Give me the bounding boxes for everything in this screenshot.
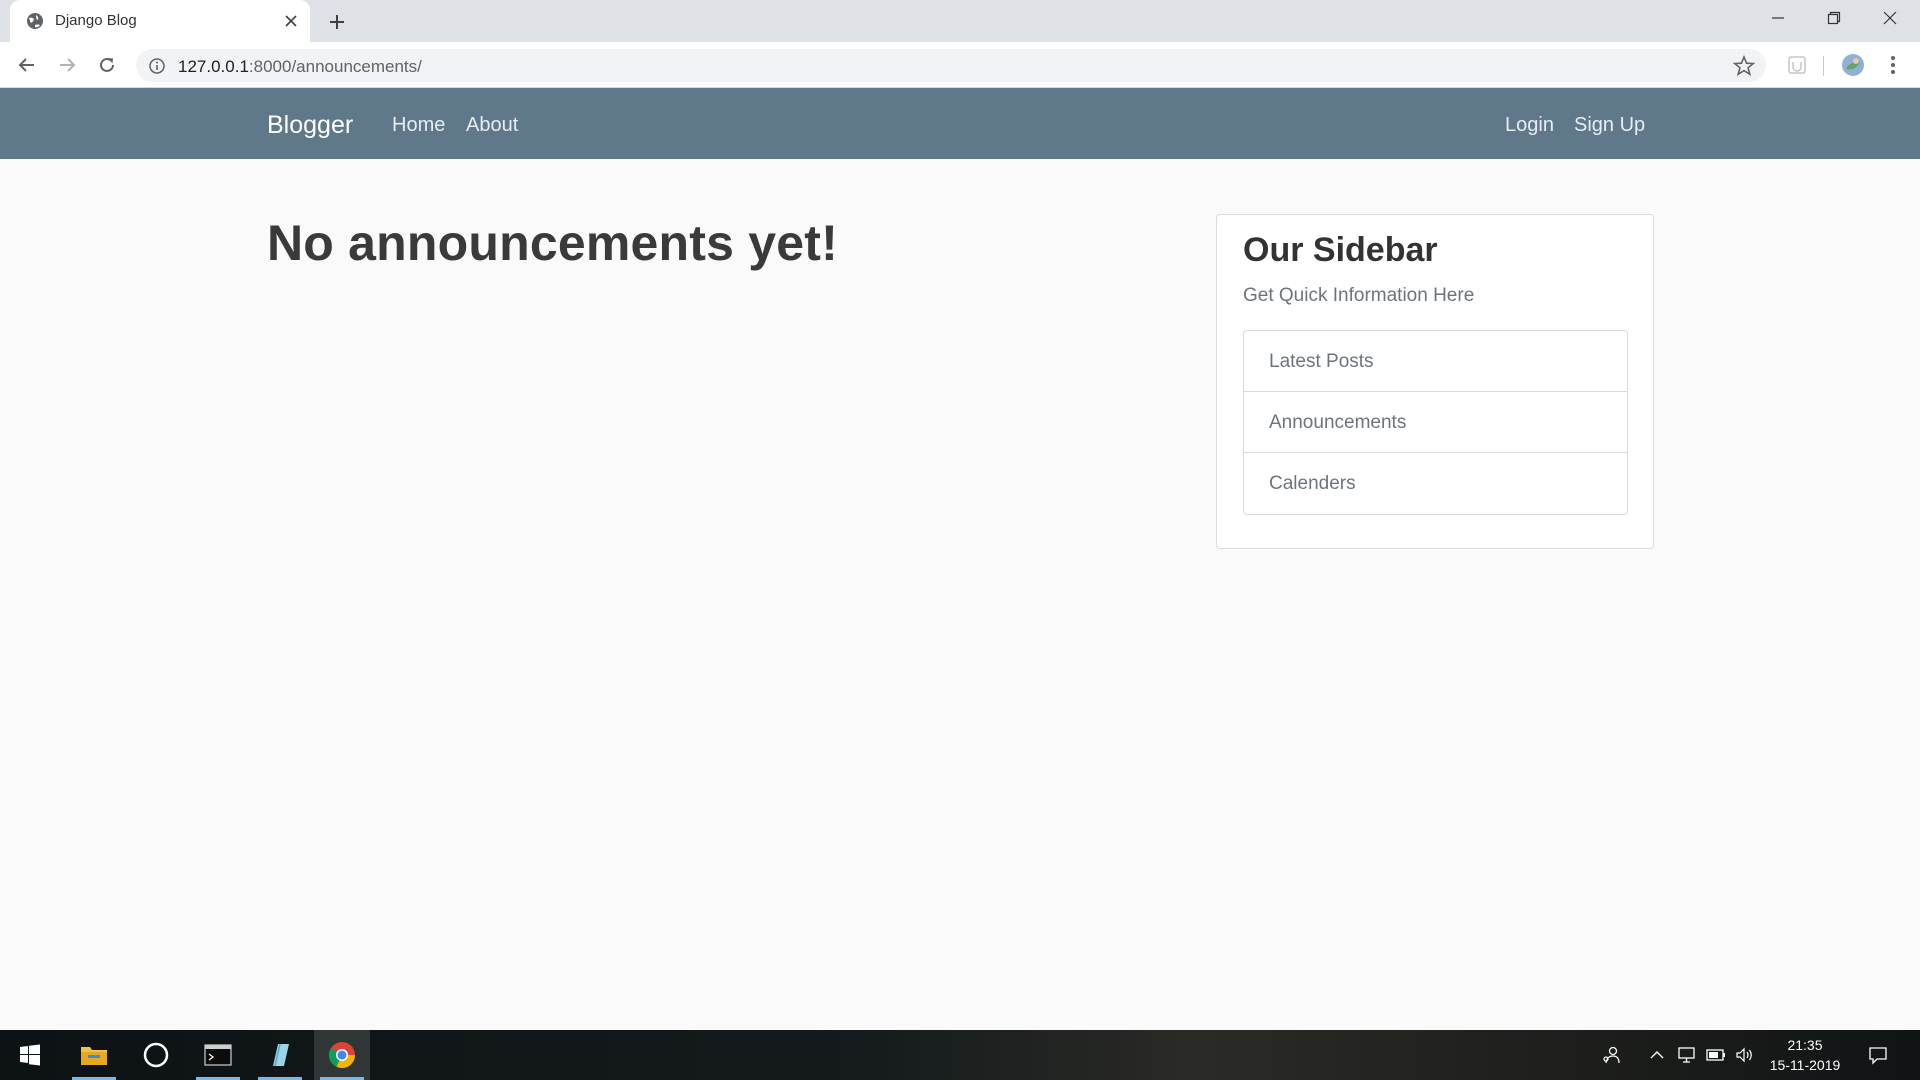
url-text[interactable]: 127.0.0.1:8000/announcements/	[178, 57, 422, 77]
sidebar-subtitle: Get Quick Information Here	[1243, 285, 1475, 306]
browser-tab[interactable]: Django Blog	[10, 0, 310, 42]
system-clock[interactable]: 21:35 15-11-2019	[1762, 1035, 1848, 1075]
url-path: :8000/announcements/	[248, 57, 422, 76]
screen: Django Blog 127.0.0.1:8000/announcements…	[0, 0, 1920, 1080]
browser-tab-strip: Django Blog	[0, 0, 1920, 42]
address-bar[interactable]: 127.0.0.1:8000/announcements/	[136, 49, 1766, 82]
clock-date: 15-11-2019	[1769, 1057, 1841, 1073]
sidebar-title: Our Sidebar	[1243, 231, 1438, 269]
cortana-icon[interactable]	[128, 1030, 184, 1080]
sidebar-item-latest-posts[interactable]: Latest Posts	[1244, 331, 1627, 392]
url-host: 127.0.0.1	[178, 57, 249, 76]
site-navbar: Blogger Home About Login Sign Up	[0, 88, 1920, 159]
sidebar-list: Latest Posts Announcements Calenders	[1243, 330, 1628, 515]
tab-title: Django Blog	[55, 12, 137, 29]
new-tab-button[interactable]	[324, 9, 350, 35]
browser-menu-icon[interactable]	[1878, 50, 1908, 80]
sidebar-item-calenders[interactable]: Calenders	[1244, 453, 1627, 514]
window-close-button[interactable]	[1862, 0, 1918, 36]
back-button[interactable]	[12, 50, 42, 80]
battery-icon[interactable]	[1705, 1044, 1727, 1066]
site-info-icon[interactable]	[148, 57, 166, 75]
reload-button[interactable]	[92, 50, 122, 80]
terminal-icon[interactable]	[190, 1030, 246, 1080]
nav-signup-link[interactable]: Sign Up	[1574, 114, 1645, 137]
nav-home-link[interactable]: Home	[392, 114, 445, 137]
browser-toolbar: 127.0.0.1:8000/announcements/	[0, 42, 1920, 88]
tab-close-icon[interactable]	[280, 10, 302, 32]
volume-icon[interactable]	[1734, 1044, 1756, 1066]
forward-button[interactable]	[52, 50, 82, 80]
start-icon[interactable]	[2, 1030, 58, 1080]
extension-icon[interactable]	[1782, 50, 1812, 80]
file-explorer-icon[interactable]	[66, 1030, 122, 1080]
page-heading: No announcements yet!	[267, 215, 838, 271]
network-icon[interactable]	[1675, 1044, 1697, 1066]
people-icon[interactable]	[1600, 1044, 1622, 1066]
clock-time: 21:35	[1787, 1037, 1823, 1053]
notepad-icon[interactable]	[252, 1030, 308, 1080]
globe-icon	[25, 11, 45, 31]
action-center-icon[interactable]	[1867, 1044, 1889, 1066]
window-restore-button[interactable]	[1806, 0, 1862, 36]
bookmark-star-icon[interactable]	[1732, 54, 1756, 77]
chrome-icon[interactable]	[314, 1030, 370, 1080]
sidebar-item-announcements[interactable]: Announcements	[1244, 392, 1627, 453]
windows-taskbar: 21:35 15-11-2019	[0, 1030, 1920, 1080]
profile-avatar-icon[interactable]	[1838, 50, 1868, 80]
sidebar-card: Our Sidebar Get Quick Information Here L…	[1216, 214, 1654, 549]
brand-logo[interactable]: Blogger	[267, 111, 353, 140]
nav-login-link[interactable]: Login	[1505, 114, 1554, 137]
chevron-up-icon[interactable]	[1646, 1044, 1668, 1066]
nav-about-link[interactable]: About	[466, 114, 518, 137]
toolbar-separator	[1823, 56, 1824, 76]
window-minimize-button[interactable]	[1750, 0, 1806, 36]
